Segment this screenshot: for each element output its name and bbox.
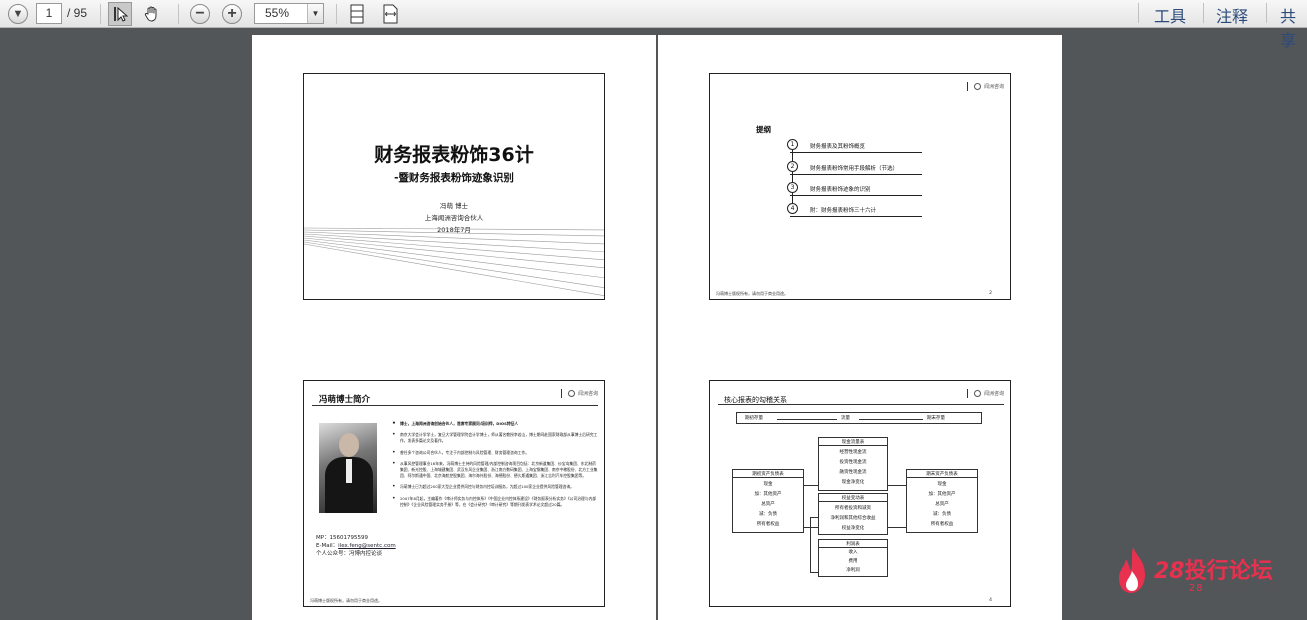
document-page-right: 闻洲咨询 提纲 1 财务报表及其粉饰概览 2 财务报表粉饰常用手段解析（节选） 3财… <box>658 35 1062 620</box>
next-page-button[interactable]: ▼ <box>6 2 30 26</box>
contact-wechat: 个人公众号：冯博内控论谈 <box>316 551 383 557</box>
site-watermark: 28投行论坛 www.28touhang.com <box>1112 545 1287 605</box>
toolbar-divider <box>100 4 101 24</box>
slide-page-number: 4 <box>989 598 992 603</box>
slide-footer: 冯萌博士版权所有，请勿用于商业用途。 <box>716 291 788 296</box>
slide-cover: 财务报表粉饰36计 -暨财务报表粉饰迹象识别 冯萌 博士 上海闻洲咨询合伙人 2… <box>303 73 605 300</box>
bio-bullets: 博士，上海闻洲咨询创始合伙人，首席专家顾问/培训师，DIOS特征人 南京大学会计… <box>392 421 598 513</box>
contact-email: E-Mail：ilex.feng@sentc.com <box>316 543 396 549</box>
outline-heading: 提纲 <box>756 125 771 134</box>
cover-decor-lines <box>304 227 604 296</box>
logo-icon <box>973 83 981 90</box>
connector <box>804 527 818 528</box>
portrait-photo <box>319 423 377 513</box>
page-number-input[interactable]: 1 <box>36 3 62 24</box>
toolbar-divider <box>1203 3 1204 23</box>
logo-icon <box>973 390 981 397</box>
outline-item: 2 财务报表粉饰常用手段解析（节选） <box>787 161 922 175</box>
page-total: / 95 <box>67 6 88 20</box>
income-statement: 利润表 收入 费用 净利润 <box>818 539 888 577</box>
flow-start: 期初存量 <box>745 416 763 421</box>
arrow-down-icon: ▼ <box>8 4 28 24</box>
flame-logo-icon <box>1119 547 1145 593</box>
toolbar-divider <box>1138 3 1139 23</box>
brand-logo: 闻洲咨询 <box>966 389 1004 398</box>
opening-balance-sheet: 期初资产负债表 现金 加：其他资产 总资产 减：负债 所有者权益 <box>732 469 804 533</box>
outline-item: 3 财务报表粉饰迹象的识别 <box>787 182 922 196</box>
menu-share[interactable]: 共享 <box>1280 3 1307 51</box>
bio-title: 冯萌博士简介 <box>319 395 371 405</box>
hand-icon <box>144 6 157 22</box>
slide-page-number: 2 <box>989 291 992 296</box>
fit-page-button[interactable] <box>345 2 369 26</box>
slide-outline: 闻洲咨询 提纲 1 财务报表及其粉饰概览 2 财务报表粉饰常用手段解析（节选） 3财… <box>709 73 1011 300</box>
watermark-url: www.28touhang.com <box>1158 583 1281 594</box>
zoom-select[interactable]: 55% ▼ <box>254 3 324 24</box>
cover-author: 冯萌 博士 <box>439 202 469 210</box>
logo-icon <box>567 390 575 397</box>
connector <box>804 485 818 486</box>
hand-tool-button[interactable] <box>140 2 164 26</box>
select-tool-button[interactable] <box>108 2 132 26</box>
flow-mid: 流量 <box>841 416 850 421</box>
toolbar-divider <box>178 4 179 24</box>
cover-org: 上海闻洲咨询合伙人 <box>424 214 484 222</box>
connector <box>810 517 811 573</box>
connector <box>810 517 818 518</box>
closing-balance-sheet: 期末资产负债表 现金 加：其他资产 总资产 减：负债 所有者权益 <box>906 469 978 533</box>
plus-icon: + <box>222 4 242 24</box>
bio-bullet: 曾任多个咨询公司合伙人，专注于内部控制与风险管理、财务管理咨询工作。 <box>392 450 598 456</box>
document-page-left: 财务报表粉饰36计 -暨财务报表粉饰迹象识别 冯萌 博士 上海闻洲咨询合伙人 2… <box>252 35 656 620</box>
bio-bullet: 博士，上海闻洲咨询创始合伙人，首席专家顾问/培训师，DIOS特征人 <box>392 421 598 427</box>
connector <box>888 527 906 528</box>
connector <box>888 485 906 486</box>
zoom-out-button[interactable]: − <box>188 2 212 26</box>
toolbar-divider <box>1266 3 1267 23</box>
toolbar: ▼ 1 / 95 − + 55% ▼ 工具 注释 共享 <box>0 0 1307 50</box>
bio-bullet: 南京大学会计学学士，复旦大学管理学院会计学博士，师从著名教授李若山，博士期间赴国… <box>392 432 598 444</box>
brand-logo: 闻洲咨询 <box>560 389 598 398</box>
minus-icon: − <box>190 4 210 24</box>
fit-width-button[interactable] <box>378 2 402 26</box>
equity-change-statement: 权益变动表 所有者投资和减资 净利润和其他综合收益 权益净变化 <box>818 493 888 535</box>
menu-tools[interactable]: 工具 <box>1154 3 1186 27</box>
title-rule <box>718 404 1004 405</box>
watermark-brand: 28投行论坛 <box>1154 559 1273 584</box>
outline-item: 1 财务报表及其粉饰概览 <box>787 139 922 153</box>
zoom-in-button[interactable]: + <box>220 2 244 26</box>
zoom-value: 55% <box>265 6 290 20</box>
cover-title: 财务报表粉饰36计 <box>374 144 534 166</box>
slide-bio: 冯萌博士简介 闻洲咨询 MP：15601795599 E-Mail：ilex.f… <box>303 380 605 607</box>
slide-footer: 冯萌博士版权所有，请勿用于商业用途。 <box>310 598 382 603</box>
toolbar-divider <box>336 4 337 24</box>
bio-bullet: 冯萌博士已为超过200家大型企业提供风控与财务内控培训服务，为超过100家企业提… <box>392 484 598 490</box>
fit-page-icon <box>350 4 364 24</box>
flow-bar: 期初存量 流量 期末存量 <box>736 412 982 424</box>
fit-width-icon <box>383 4 398 24</box>
menu-comment[interactable]: 注释 <box>1216 3 1248 27</box>
contact-phone: MP：15601795599 <box>316 535 369 541</box>
bio-bullet: 从事风控管理事业16年来，冯萌博士主持的风险管理/内部控制咨询项目包括：北京新道… <box>392 461 598 480</box>
flow-end: 期末存量 <box>927 416 945 421</box>
cash-flow-statement: 现金流量表 经营性现金流 投资性现金流 融资性现金流 现金净变化 <box>818 437 888 491</box>
chevron-down-icon[interactable]: ▼ <box>307 4 323 23</box>
brand-logo: 闻洲咨询 <box>966 82 1004 91</box>
text-cursor-icon <box>114 6 128 22</box>
slide-diagram: 闻洲咨询 核心报表的勾稽关系 期初存量 流量 期末存量 期初资产负债表 现金 加… <box>709 380 1011 607</box>
cover-subtitle: -暨财务报表粉饰迹象识别 <box>394 172 514 184</box>
outline-item: 4 附：财务报表粉饰三十六计 <box>787 203 922 217</box>
connector <box>810 572 818 573</box>
title-rule <box>312 405 598 406</box>
bio-bullet: 2007年8月起，主编著作《审计师实务与内控体系》《中国企业内控体系建设》《财务… <box>392 496 598 508</box>
